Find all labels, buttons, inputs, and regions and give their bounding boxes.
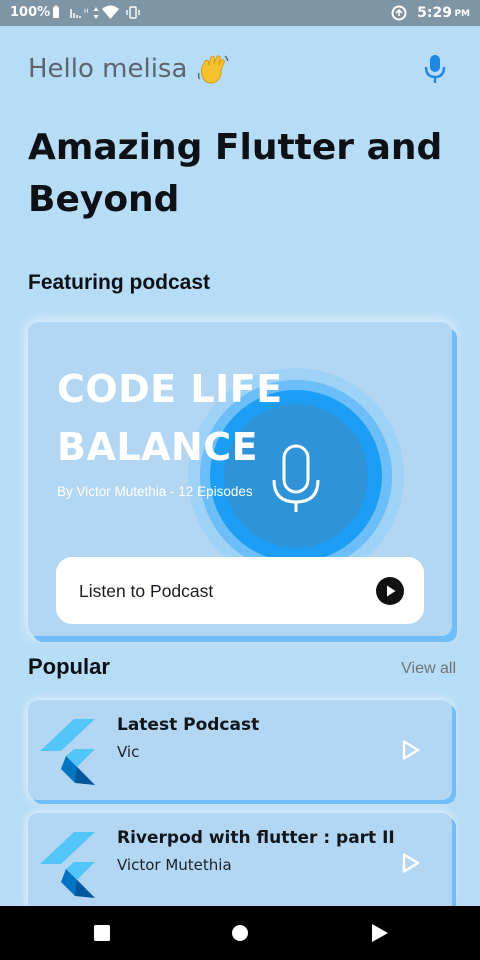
lte-icon: H <box>84 8 89 15</box>
signal-icon <box>70 9 81 18</box>
play-circle-icon <box>376 577 404 605</box>
waving-hand-icon <box>197 55 229 84</box>
popular-section-title: Popular <box>28 654 110 679</box>
vibrate-icon <box>126 6 140 19</box>
microphone-icon[interactable] <box>420 52 450 86</box>
podcast-author: Vic <box>117 743 140 761</box>
battery-icon <box>53 5 59 18</box>
podcast-title: Latest Podcast <box>117 715 260 735</box>
clock-time: 5:29 <box>417 5 452 21</box>
status-icons: H <box>53 5 140 19</box>
home-icon[interactable] <box>230 923 250 943</box>
flutter-logo-icon <box>40 719 95 785</box>
list-item[interactable]: Riverpod with flutter : part II Victor M… <box>28 813 452 906</box>
battery-percentage: 100% <box>10 5 51 20</box>
podcast-title: Riverpod with flutter : part II <box>117 828 395 848</box>
wifi-icon <box>102 5 119 19</box>
view-all-link[interactable]: View all <box>401 660 456 678</box>
listen-button-label: Listen to Podcast <box>79 581 214 601</box>
data-saver-icon <box>391 5 407 21</box>
featured-podcast-subtitle: By Victor Mutethia - 12 Episodes <box>57 484 253 499</box>
data-arrows-icon <box>93 7 99 19</box>
page-title: Amazing Flutter and Beyond <box>28 127 443 220</box>
recents-icon[interactable] <box>92 923 112 943</box>
featured-podcast-card[interactable]: CODE LIFE BALANCE By Victor Mutethia - 1… <box>28 322 452 636</box>
podcast-author: Victor Mutethia <box>117 856 232 874</box>
flutter-logo-icon <box>40 832 95 898</box>
clock-ampm: PM <box>454 9 470 19</box>
status-bar: 100% H 5:29 PM <box>0 0 480 26</box>
play-icon[interactable] <box>402 853 420 873</box>
featured-podcast-title: CODE LIFE BALANCE <box>57 367 283 469</box>
back-icon[interactable] <box>370 923 390 943</box>
app-screen: Hello melisa Amazing Flutter and Beyond … <box>0 26 480 906</box>
play-icon[interactable] <box>402 740 420 760</box>
listen-to-podcast-button[interactable]: Listen to Podcast <box>56 557 424 624</box>
system-navigation-bar <box>0 906 480 960</box>
greeting-text: Hello melisa <box>28 54 188 84</box>
featured-section-title: Featuring podcast <box>28 271 211 294</box>
list-item[interactable]: Latest Podcast Vic <box>28 700 452 800</box>
